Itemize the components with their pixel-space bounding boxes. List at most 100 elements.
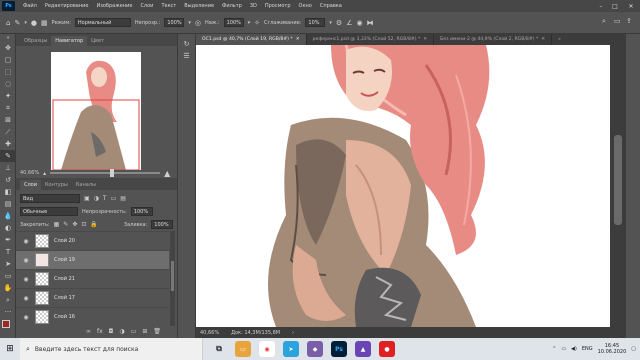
smoothing-dropdown-icon[interactable]: ▾	[329, 20, 332, 26]
file-explorer-icon[interactable]: ▭	[235, 341, 251, 357]
delete-layer-icon[interactable]: 🗑	[153, 328, 161, 335]
layer-row[interactable]: ◉ Слой 16	[16, 307, 169, 326]
layer-row[interactable]: ◉ Слой 20	[16, 231, 169, 250]
maximize-icon[interactable]: □	[608, 0, 622, 12]
tab-document-2[interactable]: референс1.psd @ 3,33% (Слой 52, RGB/8#) …	[307, 34, 435, 45]
lock-move-icon[interactable]: ✥	[72, 221, 77, 228]
minimize-icon[interactable]: –	[594, 0, 608, 12]
layer-opacity-input[interactable]: 100%	[130, 207, 153, 216]
telegram-icon[interactable]: ➤	[283, 341, 299, 357]
navigator-thumbnail[interactable]	[51, 52, 141, 170]
opacity-dropdown-icon[interactable]: ▾	[188, 20, 191, 26]
menu-file[interactable]: Файл	[19, 3, 41, 9]
pressure-input[interactable]: 100%	[223, 18, 244, 27]
shape-tool-icon[interactable]: ▭	[0, 270, 16, 282]
eraser-tool-icon[interactable]: ◧	[0, 186, 16, 198]
artboard-tool-icon[interactable]: ▢	[0, 54, 16, 66]
eye-icon[interactable]: ◉	[22, 314, 30, 321]
photoshop-taskbar-icon[interactable]: Ps	[331, 341, 347, 357]
layer-filter-select[interactable]: Вид	[20, 194, 80, 203]
network-icon[interactable]: ▭	[561, 346, 566, 352]
lock-artboard-icon[interactable]: ⊡	[81, 221, 86, 228]
filter-pixel-icon[interactable]: ▣	[84, 195, 90, 202]
close-icon[interactable]: ✕	[624, 0, 638, 12]
close-tab-icon[interactable]: ✕	[541, 37, 545, 42]
menu-select[interactable]: Выделение	[180, 3, 218, 9]
menu-image[interactable]: Изображение	[92, 3, 136, 9]
menu-view[interactable]: Просмотр	[261, 3, 295, 9]
layer-name[interactable]: Слой 20	[54, 238, 75, 244]
filter-shape-icon[interactable]: ▭	[111, 195, 117, 202]
windows-start-icon[interactable]: ⊞	[0, 338, 20, 360]
symmetry-icon[interactable]: ⧓	[367, 19, 374, 27]
adjustment-layer-icon[interactable]: ◑	[119, 328, 124, 335]
eye-icon[interactable]: ◉	[22, 276, 30, 283]
lasso-tool-icon[interactable]: ◌	[0, 78, 16, 90]
fill-input[interactable]: 100%	[151, 220, 174, 229]
more-tabs-icon[interactable]: »	[552, 34, 567, 45]
pressure-opacity-icon[interactable]: ◎	[195, 19, 201, 27]
menu-window[interactable]: Окно	[295, 3, 316, 9]
tab-document-3[interactable]: Без имени-2 @ 44,9% (Слой 2, RGB/8#) * ✕	[434, 34, 553, 45]
layer-blend-select[interactable]: Обычные	[20, 207, 78, 216]
layers-scroll-thumb[interactable]	[171, 261, 174, 291]
airbrush-icon[interactable]: ✧	[254, 19, 260, 27]
share-icon[interactable]: ⇪	[626, 17, 632, 25]
layer-name[interactable]: Слой 21	[54, 276, 75, 282]
app-icon[interactable]: ◆	[307, 341, 323, 357]
filter-smart-icon[interactable]: ▤	[120, 195, 126, 202]
layer-name[interactable]: Слой 17	[54, 295, 75, 301]
type-tool-icon[interactable]: T	[0, 246, 16, 258]
opacity-input[interactable]: 100%	[164, 18, 185, 27]
zoom-slider-knob[interactable]	[110, 169, 115, 177]
chevron-down-icon[interactable]: ▾	[24, 20, 27, 26]
menu-layers[interactable]: Слои	[136, 3, 157, 9]
angle-icon[interactable]: ∠	[346, 19, 352, 27]
navigator-zoom-slider[interactable]	[50, 169, 161, 177]
notifications-icon[interactable]: ▢	[631, 346, 636, 352]
tab-document-1[interactable]: ОС1.psd @ 40,7% (Слой 19, RGB/8#) * ✕	[196, 34, 307, 45]
lock-all-icon[interactable]: 🔒	[90, 221, 97, 228]
properties-icon[interactable]: ☰	[178, 50, 195, 62]
status-zoom[interactable]: 40,66%	[200, 330, 219, 336]
gear-icon[interactable]: ⚙	[336, 19, 342, 27]
foreground-color-swatch[interactable]	[2, 320, 10, 328]
volume-icon[interactable]: ◀)	[571, 346, 577, 352]
blur-tool-icon[interactable]: 💧	[0, 210, 16, 222]
tab-paths[interactable]: Контуры	[41, 180, 72, 190]
menu-help[interactable]: Справка	[316, 3, 346, 9]
more-tools-icon[interactable]: ···	[0, 306, 16, 318]
layer-row[interactable]: ◉ Слой 17	[16, 288, 169, 307]
tab-color[interactable]: Цвет	[87, 36, 108, 46]
blend-mode-select[interactable]: Нормальный	[74, 18, 131, 27]
collapse-icon[interactable]: »	[0, 34, 16, 42]
close-tab-icon[interactable]: ✕	[296, 37, 300, 42]
tray-expand-icon[interactable]: ⌃	[552, 346, 556, 352]
pen-tool-icon[interactable]: ✒	[0, 234, 16, 246]
smoothing-input[interactable]: 10%	[305, 18, 326, 27]
tab-swatches[interactable]: Образцы	[20, 36, 51, 46]
layer-name[interactable]: Слой 16	[54, 314, 75, 320]
workspace-icon[interactable]: ▭	[614, 17, 621, 25]
brush-size-icon[interactable]: ●	[31, 19, 37, 27]
pressure-size-icon[interactable]: ◉	[356, 19, 362, 27]
hand-tool-icon[interactable]: ✋	[0, 282, 16, 294]
dodge-tool-icon[interactable]: ◐	[0, 222, 16, 234]
menu-edit[interactable]: Редактирование	[41, 3, 93, 9]
frame-tool-icon[interactable]: ⊠	[0, 114, 16, 126]
brush-tool-icon[interactable]: ✎	[0, 150, 16, 162]
eye-icon[interactable]: ◉	[22, 295, 30, 302]
crop-tool-icon[interactable]: ⌗	[0, 102, 16, 114]
tab-layers[interactable]: Слои	[20, 180, 41, 190]
layer-name[interactable]: Слой 19	[54, 257, 75, 263]
lock-pixels-icon[interactable]: ▦	[54, 221, 60, 228]
layer-style-icon[interactable]: fx	[97, 328, 103, 335]
canvas-scroll-thumb[interactable]	[614, 135, 622, 225]
pressure-dropdown-icon[interactable]: ▾	[248, 20, 251, 26]
filter-type-icon[interactable]: T	[103, 195, 107, 202]
history-icon[interactable]: ↻	[178, 38, 195, 50]
filter-adjust-icon[interactable]: ◑	[94, 195, 99, 202]
layer-row[interactable]: ◉ Слой 21	[16, 269, 169, 288]
link-layers-icon[interactable]: ∞	[86, 328, 91, 335]
zoom-tool-icon[interactable]: ⌕	[0, 294, 16, 306]
